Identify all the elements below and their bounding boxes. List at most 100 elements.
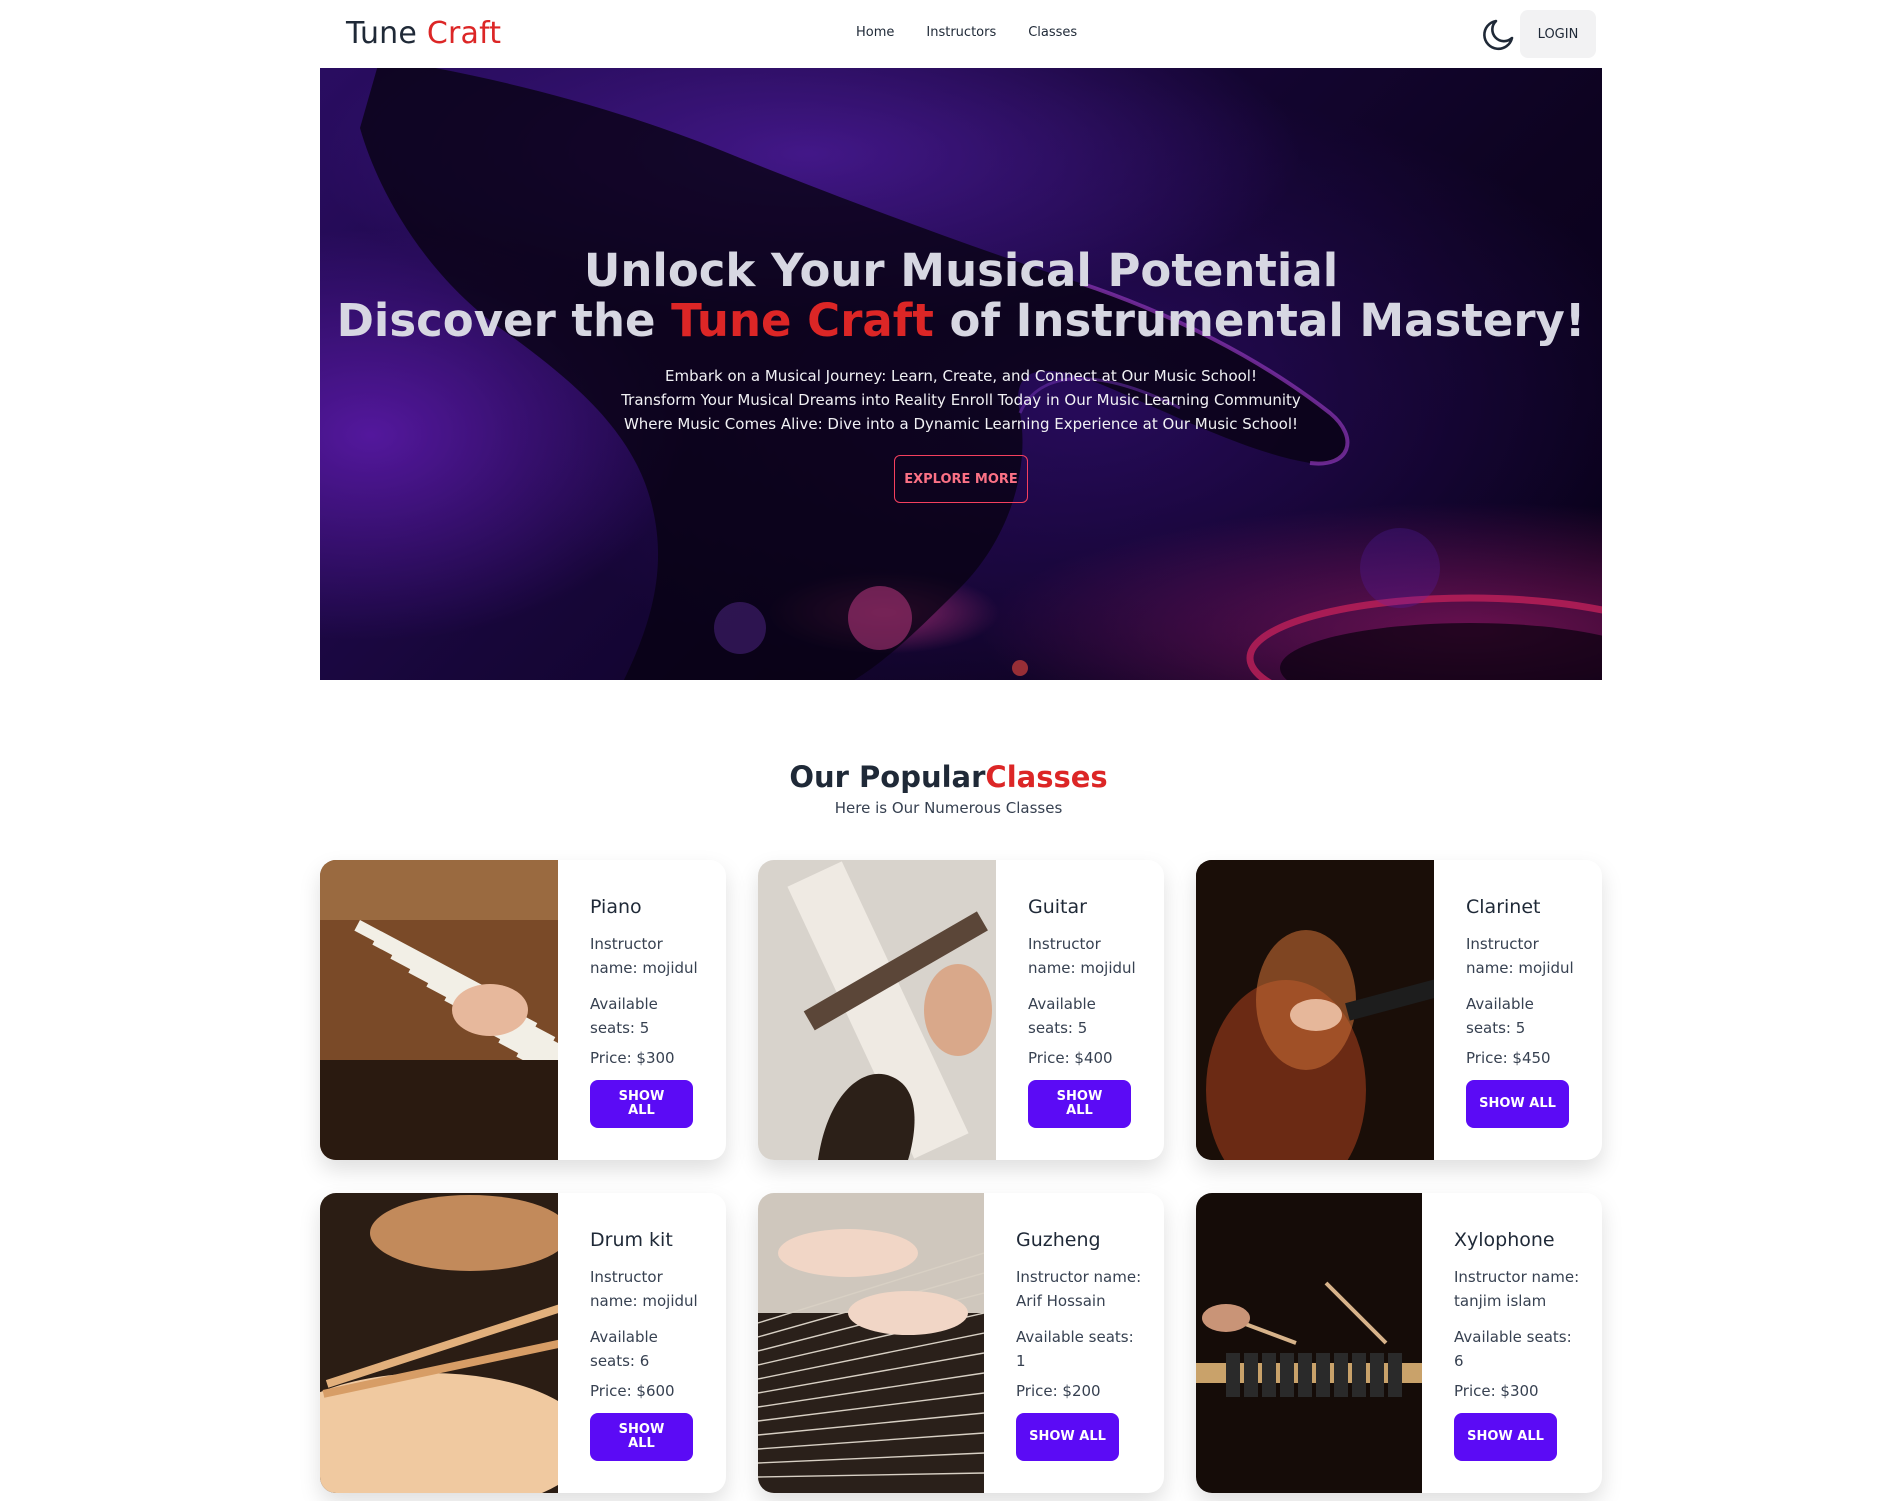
nav-home[interactable]: Home xyxy=(856,25,894,40)
class-name: Xylophone xyxy=(1454,1229,1555,1251)
hero-subtitle: Embark on a Musical Journey: Learn, Crea… xyxy=(665,367,1257,385)
hero-subtitles: Embark on a Musical Journey: Learn, Crea… xyxy=(320,364,1602,436)
class-instructor: Instructor name: Arif Hossain xyxy=(1016,1265,1141,1313)
class-card-body: Xylophone Instructor name: tanjim islam Ava… xyxy=(1454,1193,1592,1493)
show-all-button-label: SHOW xyxy=(618,1089,665,1104)
class-seats-line: seats: 5 xyxy=(1466,1019,1526,1037)
class-card-body: Clarinet Instructor name: mojidul Available… xyxy=(1466,860,1592,1160)
show-all-button-label: ALL xyxy=(1066,1103,1093,1118)
show-all-button-label: SHOW ALL xyxy=(1479,1096,1556,1111)
class-instructor-line: name: mojidul xyxy=(590,959,698,977)
navbar: Tune Craft Home Instructors Classes LOGI… xyxy=(320,0,1602,68)
class-card: Guzheng Instructor name: Arif Hossain Avail… xyxy=(758,1193,1164,1493)
class-card: Guitar Instructor name: mojidul Available se… xyxy=(758,860,1164,1160)
class-seats-line: Available seats: xyxy=(1016,1328,1134,1346)
class-seats: Available seats: 5 xyxy=(590,992,658,1040)
class-card: Piano Instructor name: mojidul Available sea… xyxy=(320,860,726,1160)
class-price: Price: $450 xyxy=(1466,1049,1551,1067)
class-image xyxy=(758,1193,985,1493)
class-instructor: Instructor name: mojidul xyxy=(590,932,698,980)
class-price: Price: $200 xyxy=(1016,1382,1101,1400)
class-name: Guzheng xyxy=(1016,1229,1101,1251)
class-price: Price: $400 xyxy=(1028,1049,1113,1067)
hero-title-accent: Tune Craft xyxy=(671,294,934,347)
class-image xyxy=(320,860,664,1160)
class-instructor-line: Instructor name: xyxy=(1016,1268,1142,1286)
nav-classes[interactable]: Classes xyxy=(1028,25,1077,40)
hero-subtitle: Where Music Comes Alive: Dive into a Dyn… xyxy=(623,415,1299,433)
class-instructor: Instructor name: tanjim islam xyxy=(1454,1265,1579,1313)
class-name: Piano xyxy=(590,896,642,918)
class-instructor: Instructor name: mojidul xyxy=(1028,932,1136,980)
hero-subtitle: Transform Your Musical Dreams into Reali… xyxy=(621,391,1301,409)
class-seats: Available seats: 5 xyxy=(1028,992,1096,1040)
class-image xyxy=(758,860,996,1160)
class-seats-line: Available xyxy=(1028,995,1096,1013)
show-all-button-label: SHOW xyxy=(618,1422,665,1437)
nav-instructors[interactable]: Instructors xyxy=(926,25,996,40)
class-image xyxy=(1196,860,1447,1160)
class-price: Price: $300 xyxy=(590,1049,675,1067)
class-card: Drum kit Instructor name: mojidul Available… xyxy=(320,1193,726,1493)
class-image xyxy=(320,1193,590,1493)
login-button[interactable]: LOGIN xyxy=(1520,10,1596,58)
show-all-button-label: SHOW ALL xyxy=(1467,1429,1544,1444)
class-instructor-line: name: mojidul xyxy=(590,1292,698,1310)
brand-logo[interactable]: Tune Craft xyxy=(346,16,501,51)
class-seats-line: seats: 5 xyxy=(590,1019,650,1037)
show-all-button-label: ALL xyxy=(628,1436,655,1451)
show-all-button[interactable]: SHOW ALL xyxy=(590,1080,693,1128)
show-all-button[interactable]: SHOW ALL xyxy=(1454,1413,1557,1461)
class-instructor-line: tanjim islam xyxy=(1454,1292,1547,1310)
hero-title: Unlock Your Musical Potential Discover t… xyxy=(320,246,1602,346)
class-seats: Available seats: 1 xyxy=(1016,1325,1134,1373)
hero-title-line1: Unlock Your Musical Potential xyxy=(583,244,1339,297)
class-seats: Available seats: 6 xyxy=(590,1325,658,1373)
class-seats: Available seats: 5 xyxy=(1466,992,1534,1040)
brand-name-first: Tune xyxy=(346,16,418,51)
class-card-body: Guitar Instructor name: mojidul Available se… xyxy=(1028,860,1154,1160)
class-instructor-line: Instructor name: xyxy=(1454,1268,1580,1286)
class-seats-line: 1 xyxy=(1016,1352,1026,1370)
class-instructor-line: name: mojidul xyxy=(1466,959,1574,977)
show-all-button-label: SHOW ALL xyxy=(1029,1429,1106,1444)
class-price: Price: $300 xyxy=(1454,1382,1539,1400)
section-title: Our PopularClasses xyxy=(0,760,1897,794)
class-price: Price: $600 xyxy=(590,1382,675,1400)
class-instructor-line: name: mojidul xyxy=(1028,959,1136,977)
class-seats-line: Available xyxy=(590,1328,658,1346)
class-card-body: Piano Instructor name: mojidul Available sea… xyxy=(590,860,716,1160)
show-all-button[interactable]: SHOW ALL xyxy=(1016,1413,1119,1461)
show-all-button[interactable]: SHOW ALL xyxy=(1466,1080,1569,1128)
class-name: Guitar xyxy=(1028,896,1087,918)
explore-more-button[interactable]: EXPLORE MORE xyxy=(894,455,1028,503)
class-instructor-line: Instructor xyxy=(590,1268,663,1286)
class-instructor: Instructor name: mojidul xyxy=(1466,932,1574,980)
show-all-button-label: SHOW xyxy=(1056,1089,1103,1104)
class-instructor-line: Instructor xyxy=(1028,935,1101,953)
show-all-button-label: ALL xyxy=(628,1103,655,1118)
class-card-body: Drum kit Instructor name: mojidul Available… xyxy=(590,1193,716,1493)
show-all-button[interactable]: SHOW ALL xyxy=(590,1413,693,1461)
brand-name-second: Craft xyxy=(426,16,502,51)
class-instructor-line: Arif Hossain xyxy=(1016,1292,1106,1310)
class-seats-line: seats: 5 xyxy=(1028,1019,1088,1037)
class-seats-line: Available xyxy=(1466,995,1534,1013)
class-instructor-line: Instructor xyxy=(590,935,663,953)
moon-icon[interactable] xyxy=(1480,15,1518,53)
class-instructor: Instructor name: mojidul xyxy=(590,1265,698,1313)
section-title-accent: Classes xyxy=(985,760,1108,794)
hero-banner: Unlock Your Musical Potential Discover t… xyxy=(320,68,1602,680)
class-seats-line: 6 xyxy=(1454,1352,1464,1370)
class-card: Clarinet Instructor name: mojidul Available… xyxy=(1196,860,1602,1160)
section-subtitle: Here is Our Numerous Classes xyxy=(834,799,1063,817)
class-card-body: Guzheng Instructor name: Arif Hossain Avail… xyxy=(1016,1193,1154,1493)
class-seats-line: seats: 6 xyxy=(590,1352,650,1370)
class-name: Drum kit xyxy=(590,1229,673,1251)
hero-content: Unlock Your Musical Potential Discover t… xyxy=(320,68,1602,680)
class-instructor-line: Instructor xyxy=(1466,935,1539,953)
class-seats-line: Available xyxy=(590,995,658,1013)
class-seats: Available seats: 6 xyxy=(1454,1325,1572,1373)
class-name: Clarinet xyxy=(1466,896,1541,918)
show-all-button[interactable]: SHOW ALL xyxy=(1028,1080,1131,1128)
